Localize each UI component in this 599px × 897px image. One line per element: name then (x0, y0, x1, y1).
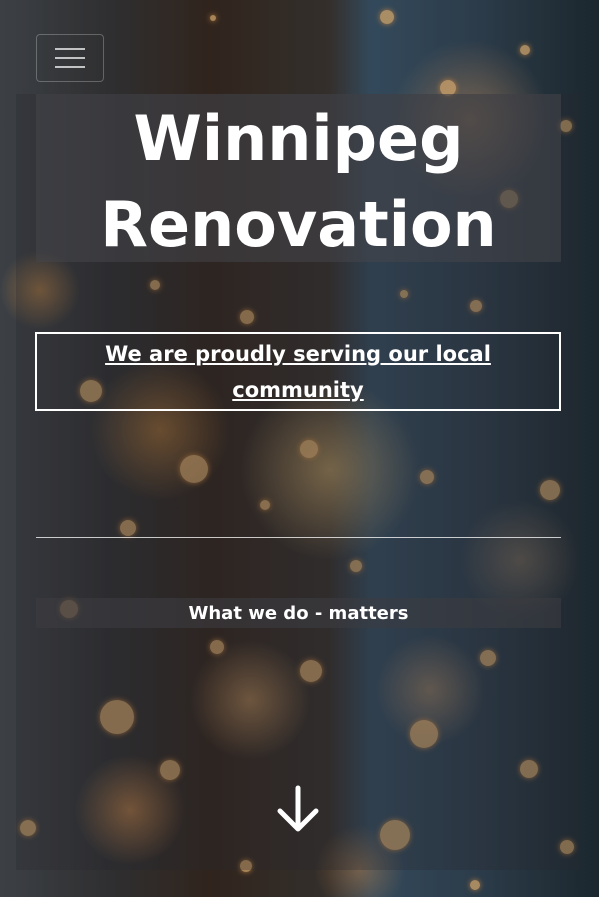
tagline-link[interactable]: We are proudly serving our local communi… (88, 336, 508, 408)
scroll-down-button[interactable] (273, 784, 323, 834)
arrow-down-icon (277, 785, 319, 832)
subheading-backdrop: What we do - matters (36, 598, 561, 628)
menu-toggle-button[interactable] (36, 34, 104, 82)
site-title: Winnipeg Renovation (100, 102, 497, 261)
divider (36, 537, 561, 538)
hamburger-menu-icon (55, 48, 85, 50)
tagline-box[interactable]: We are proudly serving our local communi… (35, 332, 561, 411)
subheading: What we do - matters (188, 602, 409, 624)
